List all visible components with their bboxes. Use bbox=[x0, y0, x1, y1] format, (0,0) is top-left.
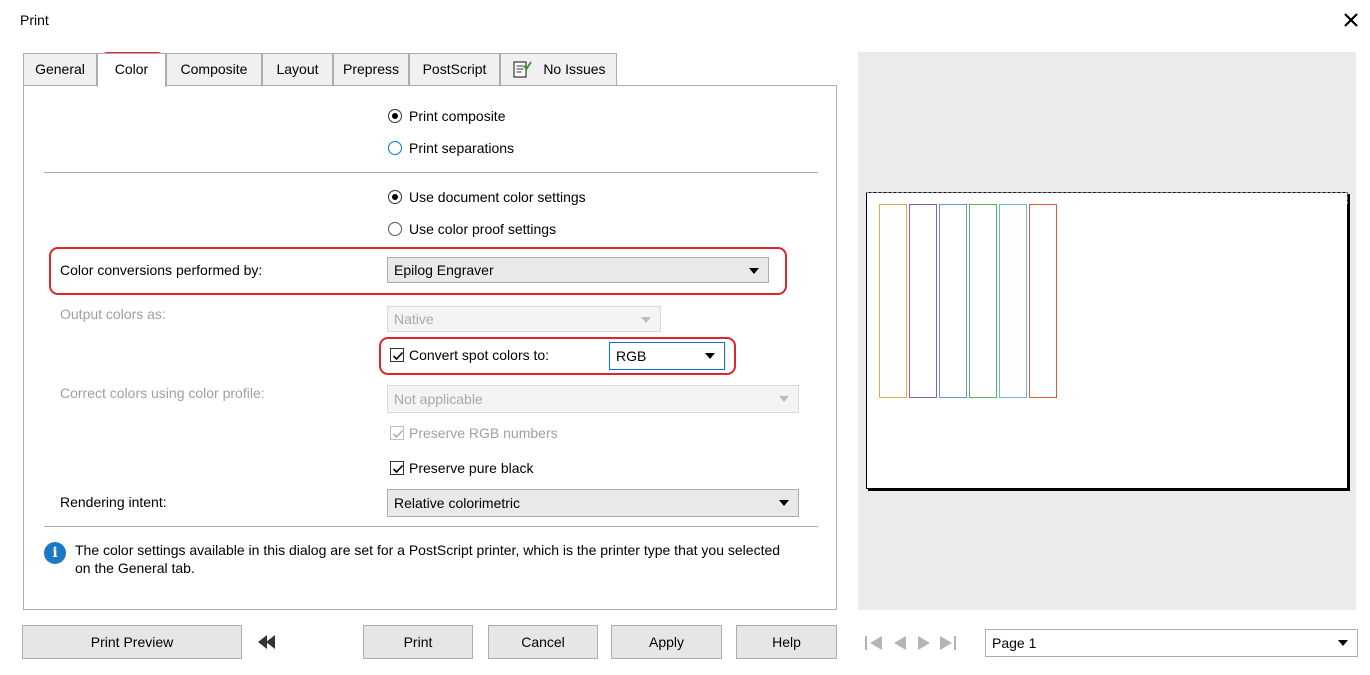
rendering-intent-dropdown[interactable]: Relative colorimetric bbox=[387, 489, 799, 517]
rendering-intent-value: Relative colorimetric bbox=[394, 495, 521, 511]
preserve-rgb-label: Preserve RGB numbers bbox=[409, 425, 558, 441]
chevron-down-icon bbox=[705, 353, 715, 359]
first-page-icon[interactable] bbox=[862, 633, 886, 653]
preserve-black-checkbox[interactable] bbox=[390, 461, 404, 475]
print-composite-option[interactable]: Print composite bbox=[388, 105, 505, 127]
conversions-label: Color conversions performed by: bbox=[60, 262, 263, 278]
tab-no-issues-label: No Issues bbox=[543, 61, 606, 77]
page-selector[interactable]: Page 1 bbox=[985, 629, 1358, 657]
conversions-value: Epilog Engraver bbox=[394, 262, 494, 278]
tab-no-issues[interactable]: No Issues bbox=[500, 53, 617, 85]
preview-strip bbox=[909, 204, 937, 398]
tab-color[interactable]: Color bbox=[97, 53, 166, 87]
close-icon[interactable] bbox=[1337, 6, 1365, 34]
divider bbox=[44, 172, 818, 173]
color-profile-label: Correct colors using color profile: bbox=[60, 385, 265, 401]
convert-spot-colors-checkbox[interactable] bbox=[390, 348, 404, 362]
color-profile-value: Not applicable bbox=[394, 391, 483, 407]
next-page-icon[interactable] bbox=[912, 633, 936, 653]
use-proof-settings-label: Use color proof settings bbox=[409, 221, 557, 237]
use-proof-settings-radio[interactable] bbox=[388, 222, 402, 236]
preserve-black-option[interactable]: Preserve pure black bbox=[390, 457, 534, 479]
chevron-down-icon bbox=[1338, 640, 1348, 646]
title-bar bbox=[0, 0, 1370, 40]
preserve-rgb-checkbox[interactable] bbox=[390, 426, 404, 440]
preview-strip bbox=[879, 204, 907, 398]
output-colors-dropdown[interactable]: Native bbox=[387, 306, 661, 332]
color-profile-dropdown[interactable]: Not applicable bbox=[387, 385, 799, 413]
tab-composite[interactable]: Composite bbox=[166, 53, 262, 85]
spot-colors-value: RGB bbox=[616, 348, 647, 364]
page-selector-value: Page 1 bbox=[992, 635, 1037, 651]
tab-general[interactable]: General bbox=[23, 53, 97, 85]
output-colors-label: Output colors as: bbox=[60, 306, 166, 322]
preserve-black-label: Preserve pure black bbox=[409, 460, 534, 476]
convert-spot-colors-label: Convert spot colors to: bbox=[409, 347, 550, 363]
printable-area-border bbox=[866, 192, 1348, 204]
tab-prepress-label: Prepress bbox=[342, 61, 400, 77]
preview-strip bbox=[1029, 204, 1057, 398]
print-separations-label: Print separations bbox=[409, 140, 515, 156]
chevron-down-icon bbox=[641, 317, 651, 323]
spot-colors-dropdown[interactable]: RGB bbox=[609, 342, 725, 370]
apply-button[interactable]: Apply bbox=[611, 625, 722, 659]
print-composite-label: Print composite bbox=[409, 108, 506, 124]
chevron-down-icon bbox=[779, 396, 789, 402]
preview-strip bbox=[939, 204, 967, 398]
tab-layout-label: Layout bbox=[276, 61, 319, 77]
print-separations-radio[interactable] bbox=[388, 141, 402, 155]
divider bbox=[44, 526, 818, 527]
rendering-intent-label: Rendering intent: bbox=[60, 494, 167, 510]
print-preview-button[interactable]: Print Preview bbox=[22, 625, 242, 659]
info-message: The color settings available in this dia… bbox=[75, 542, 781, 576]
print-separations-option[interactable]: Print separations bbox=[388, 137, 514, 159]
collapse-arrow-icon[interactable] bbox=[256, 632, 278, 652]
dialog-title: Print bbox=[20, 12, 49, 28]
cancel-button[interactable]: Cancel bbox=[488, 625, 598, 659]
use-document-settings-option[interactable]: Use document color settings bbox=[388, 186, 586, 208]
help-button[interactable]: Help bbox=[736, 625, 837, 659]
preview-strip bbox=[969, 204, 997, 398]
tab-postscript[interactable]: PostScript bbox=[409, 53, 500, 85]
use-proof-settings-option[interactable]: Use color proof settings bbox=[388, 218, 556, 240]
last-page-icon[interactable] bbox=[936, 633, 960, 653]
use-document-settings-radio[interactable] bbox=[388, 190, 402, 204]
print-button[interactable]: Print bbox=[363, 625, 473, 659]
output-colors-value: Native bbox=[394, 311, 434, 327]
preview-strip bbox=[999, 204, 1027, 398]
info-icon: i bbox=[44, 542, 66, 564]
chevron-down-icon bbox=[779, 500, 789, 506]
document-check-icon bbox=[511, 61, 537, 78]
chevron-down-icon bbox=[749, 268, 759, 274]
use-document-settings-label: Use document color settings bbox=[409, 189, 586, 205]
print-composite-radio[interactable] bbox=[388, 109, 402, 123]
tab-color-label: Color bbox=[114, 61, 149, 77]
convert-spot-colors-option[interactable]: Convert spot colors to: bbox=[390, 344, 549, 366]
tab-prepress[interactable]: Prepress bbox=[333, 53, 409, 85]
conversions-dropdown[interactable]: Epilog Engraver bbox=[387, 257, 769, 283]
previous-page-icon[interactable] bbox=[888, 633, 912, 653]
preserve-rgb-option[interactable]: Preserve RGB numbers bbox=[390, 422, 558, 444]
tab-layout[interactable]: Layout bbox=[262, 53, 333, 85]
tab-composite-label: Composite bbox=[180, 61, 248, 77]
tab-general-label: General bbox=[35, 61, 85, 77]
tab-postscript-label: PostScript bbox=[422, 61, 487, 77]
